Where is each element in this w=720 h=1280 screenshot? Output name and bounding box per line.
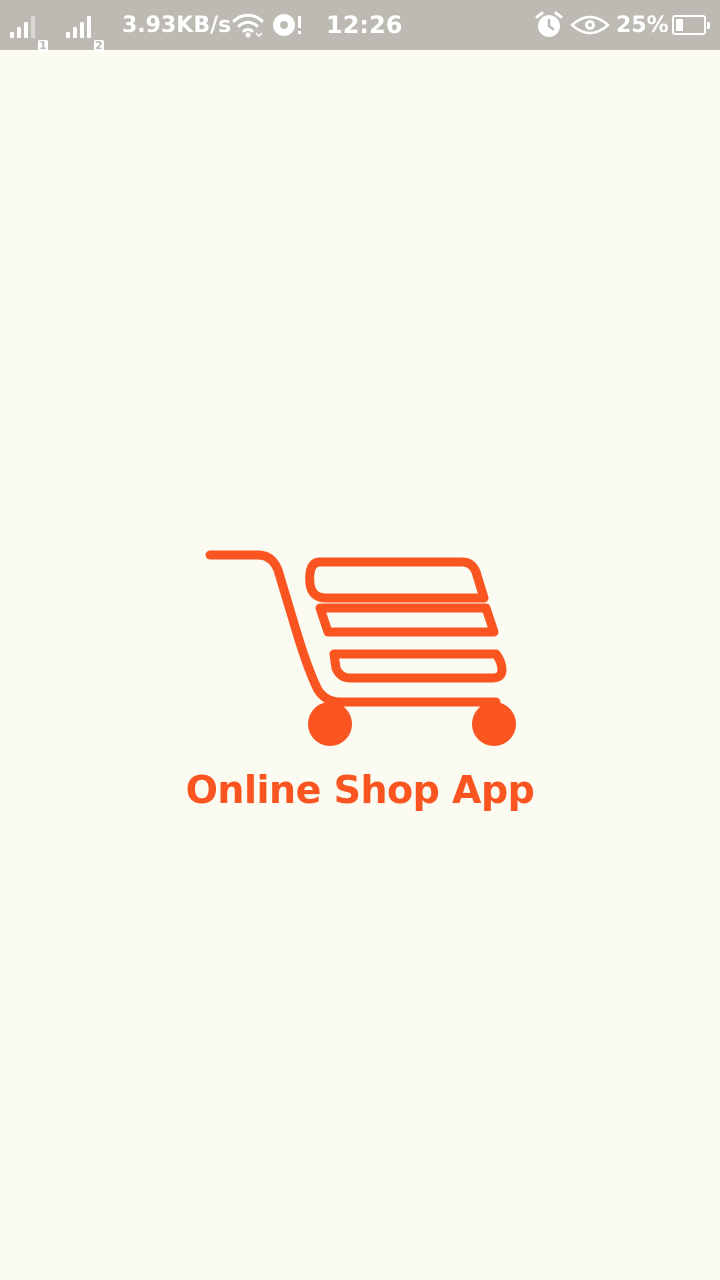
- signal-sim2-icon: 2: [66, 0, 104, 52]
- battery-icon: [672, 0, 710, 50]
- app-name-title: Online Shop App: [185, 768, 535, 812]
- sim2-label: 2: [94, 39, 104, 52]
- eye-protection-icon: [570, 0, 610, 50]
- clock-time: 12:26: [326, 11, 403, 39]
- network-speed: 3.93KB/s: [122, 12, 232, 38]
- battery-level: [676, 19, 683, 31]
- alarm-icon: [534, 0, 564, 50]
- wifi-icon: [232, 0, 264, 50]
- status-bar: 1 2 3.93KB/s 12:26 25%: [0, 0, 720, 52]
- battery-percent: 25%: [616, 12, 669, 38]
- sim1-label: 1: [38, 39, 48, 52]
- sync-alert-icon: [270, 0, 304, 50]
- signal-sim1-icon: 1: [10, 0, 48, 52]
- shopping-cart-icon: [200, 540, 530, 755]
